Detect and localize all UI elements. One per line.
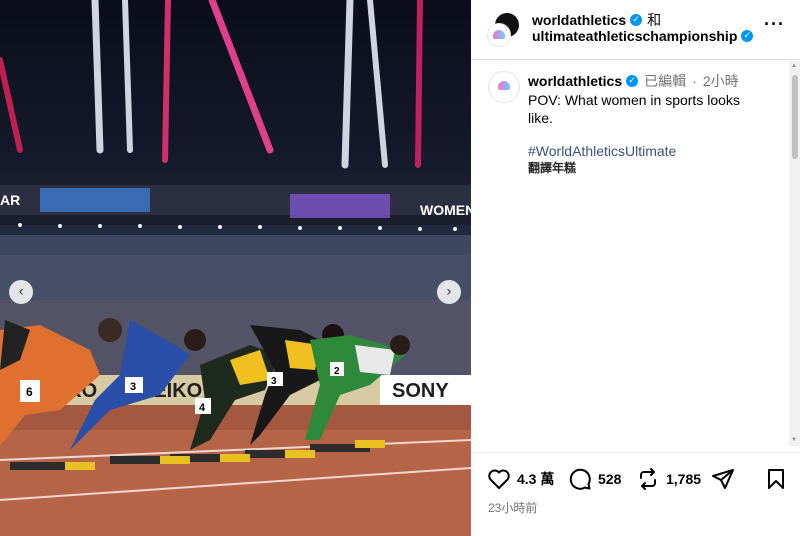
- chevron-left-icon[interactable]: ‹: [9, 280, 33, 304]
- logo-icon: [498, 81, 510, 90]
- bib-2: 2: [334, 366, 340, 377]
- caption-header: worldathletics ✓ 已編輯 · 2小時: [528, 71, 739, 91]
- scroll-down-icon[interactable]: ▼: [791, 437, 797, 443]
- scroll-up-icon[interactable]: ▲: [791, 63, 797, 69]
- header-and: 和: [647, 12, 662, 28]
- more-horizontal-icon[interactable]: ···: [764, 14, 785, 35]
- header-username-1[interactable]: worldathletics: [532, 12, 626, 28]
- heart-icon: [488, 469, 510, 489]
- caption-age: 2小時: [702, 73, 739, 89]
- header-line-1: worldathletics ✓ 和: [532, 10, 661, 30]
- sprint-start-photo: AR WOMEN SEIKO SEIKO SONY: [0, 0, 471, 536]
- action-bar: 4.3 萬 528 1,785 23小時前: [471, 452, 800, 536]
- repost-button[interactable]: 1,785: [636, 467, 701, 491]
- scroll-thumb[interactable]: [792, 75, 798, 159]
- bib-6: 6: [26, 385, 33, 399]
- share-button[interactable]: [711, 467, 735, 491]
- logo-icon: [493, 30, 505, 39]
- post-timestamp[interactable]: 23小時前: [488, 499, 537, 516]
- verified-icon: ✓: [741, 30, 754, 42]
- chevron-right-icon[interactable]: ›: [437, 280, 461, 304]
- caption-separator: ·: [692, 73, 697, 89]
- like-count: 4.3 萬: [517, 471, 555, 487]
- sign-sony: SONY: [392, 380, 449, 402]
- sign-women: WOMEN: [420, 202, 471, 218]
- caption-username[interactable]: worldathletics: [528, 73, 622, 89]
- edited-label: 已編輯: [644, 73, 687, 89]
- comment-icon: [569, 468, 591, 490]
- header-line-2: ultimateathleticschampionship ✓: [532, 28, 754, 44]
- sign-ar: AR: [0, 192, 20, 208]
- bib-3a: 3: [130, 381, 136, 393]
- bookmark-icon: [768, 469, 784, 489]
- caption-text: POV: What women in sports looks like.: [528, 92, 740, 126]
- repost-icon: [640, 468, 656, 490]
- translate-link[interactable]: 翻譯年糕: [528, 159, 576, 176]
- caption-avatar[interactable]: [488, 71, 520, 103]
- verified-icon: ✓: [626, 75, 639, 87]
- save-button[interactable]: [764, 467, 788, 491]
- hashtag-link[interactable]: #WorldAthleticsUltimate: [528, 143, 676, 159]
- verified-icon: ✓: [630, 14, 643, 26]
- avatar-ultimate[interactable]: [487, 23, 511, 47]
- post-photo: AR WOMEN SEIKO SEIKO SONY: [0, 0, 471, 536]
- header-username-2[interactable]: ultimateathleticschampionship: [532, 28, 737, 44]
- collab-avatar[interactable]: [487, 13, 521, 47]
- scrollbar[interactable]: ▲ ▼: [789, 61, 800, 446]
- comment-button[interactable]: 528: [568, 467, 621, 491]
- bib-4: 4: [199, 402, 206, 414]
- caption-area: worldathletics ✓ 已編輯 · 2小時 POV: What wom…: [471, 61, 800, 441]
- post-sidebar: worldathletics ✓ 和 ultimateathleticscham…: [471, 0, 800, 536]
- bib-3b: 3: [271, 376, 277, 387]
- send-icon: [712, 469, 734, 489]
- comment-count: 528: [598, 471, 622, 487]
- repost-count: 1,785: [666, 471, 702, 487]
- post-header: worldathletics ✓ 和 ultimateathleticscham…: [471, 0, 800, 60]
- like-button[interactable]: 4.3 萬: [487, 467, 554, 491]
